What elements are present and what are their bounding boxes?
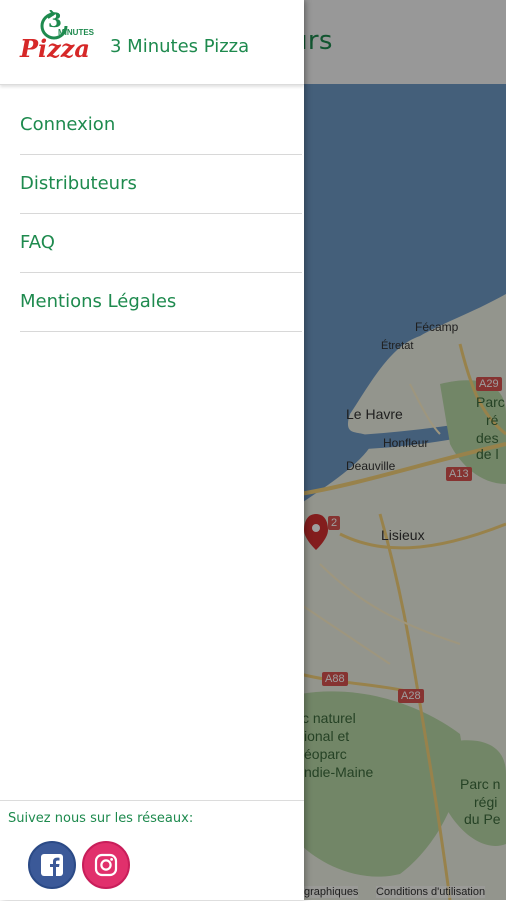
facebook-icon [41,854,63,876]
navigation-drawer: 3 MINUTES Pizza 3 Minutes Pizza Connexio… [0,0,304,900]
app-logo: 3 MINUTES Pizza [18,8,94,70]
instagram-button[interactable] [82,841,130,889]
facebook-button[interactable] [28,841,76,889]
menu-item-connexion[interactable]: Connexion [20,96,302,155]
app-name: 3 Minutes Pizza [110,36,250,57]
instagram-icon [94,853,118,877]
menu-item-distributeurs[interactable]: Distributeurs [20,155,302,214]
drawer-header: 3 MINUTES Pizza 3 Minutes Pizza [0,0,304,85]
menu-item-mentions-legales[interactable]: Mentions Légales [20,273,302,332]
social-section: Suivez nous sur les réseaux: [0,800,304,901]
social-label: Suivez nous sur les réseaux: [8,811,194,826]
menu-item-faq[interactable]: FAQ [20,214,302,273]
logo-pizza: Pizza [20,34,90,63]
drawer-menu: Connexion Distributeurs FAQ Mentions Lég… [20,96,302,332]
